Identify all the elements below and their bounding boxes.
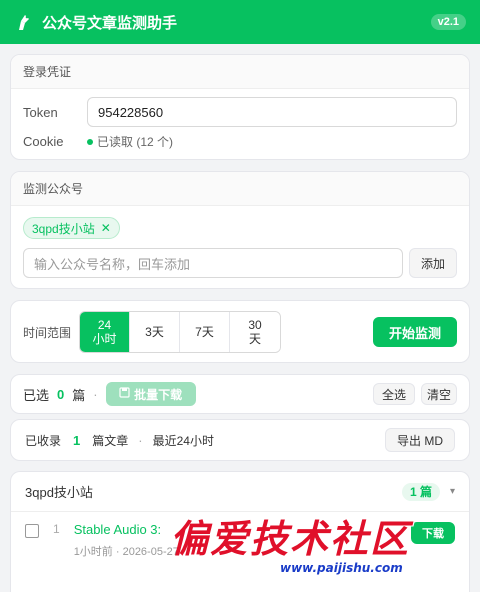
- selection-separator: ·: [93, 386, 98, 402]
- article-meta: 1小时前 · 2026-05-27: [73, 546, 179, 558]
- collected-label: 已收录: [25, 433, 62, 448]
- cookie-status: 已读取 (12 个): [97, 135, 174, 149]
- article-row[interactable]: 1 Stable Audio 3: 1小时前 · 2026-05-27 下载: [11, 512, 469, 569]
- export-md-button[interactable]: 导出 MD: [385, 428, 455, 452]
- app-header: 公众号文章监测助手 v2.1: [0, 0, 480, 44]
- clear-selection-button[interactable]: 清空: [421, 383, 457, 405]
- article-checkbox[interactable]: [25, 524, 39, 538]
- time-option-24h-label: 24 小时: [92, 318, 117, 346]
- chevron-down-icon[interactable]: ▾: [450, 486, 455, 497]
- batch-download-label: 批量下载: [134, 387, 183, 402]
- article-download-button[interactable]: 下载: [411, 522, 455, 544]
- cookie-status-dot-icon: [87, 138, 93, 145]
- account-tag-label: 3qpd技小站: [32, 221, 95, 236]
- accounts-section-title: 监测公众号: [11, 172, 469, 206]
- article-title[interactable]: Stable Audio 3:: [74, 522, 411, 537]
- time-option-30d[interactable]: 30 天: [230, 312, 280, 352]
- account-name-input[interactable]: 输入公众号名称，回车添加: [23, 248, 403, 278]
- group-card: 3qpd技小站 1 篇 ▾ 1 Stable Audio 3: 1小时前 · 2…: [10, 471, 470, 592]
- selection-card: 已选 0 篇 · 批量下载 全选 清空: [10, 374, 470, 414]
- article-index: 1: [53, 522, 60, 536]
- time-range-label: 时间范围: [23, 325, 72, 340]
- summary-range: 最近24小时: [152, 433, 214, 448]
- app-logo-icon: [14, 12, 34, 32]
- account-input-placeholder: 输入公众号名称，回车添加: [34, 256, 191, 272]
- time-option-24h[interactable]: 24 小时: [80, 312, 130, 352]
- time-option-7d[interactable]: 7天: [180, 312, 230, 352]
- selected-unit: 篇: [72, 387, 86, 403]
- time-range-selector: 24 小时 3天 7天 30 天: [79, 311, 281, 353]
- token-value: 954228560: [98, 104, 164, 120]
- summary-separator: ·: [138, 432, 143, 448]
- batch-download-icon: [119, 387, 130, 401]
- cookie-label: Cookie: [23, 134, 64, 149]
- start-monitor-button[interactable]: 开始监测: [373, 317, 457, 347]
- credentials-card: 登录凭证 Token 954228560 Cookie 已读取 (12 个): [10, 54, 470, 160]
- selected-count: 0: [57, 386, 65, 402]
- batch-download-button[interactable]: 批量下载: [105, 382, 196, 406]
- accounts-card: 监测公众号 3qpd技小站 ✕ 输入公众号名称，回车添加 添加: [10, 171, 470, 289]
- app-title: 公众号文章监测助手: [42, 14, 178, 32]
- selected-label: 已选: [23, 387, 50, 403]
- group-name: 3qpd技小站: [25, 485, 93, 500]
- group-count-badge: 1 篇: [401, 482, 440, 501]
- credentials-section-title: 登录凭证: [11, 55, 469, 89]
- summary-card: 已收录 1 篇文章 · 最近24小时 导出 MD: [10, 419, 470, 461]
- group-header[interactable]: 3qpd技小站 1 篇 ▾: [11, 472, 469, 512]
- remove-tag-icon[interactable]: ✕: [101, 221, 111, 235]
- add-account-button[interactable]: 添加: [409, 248, 457, 278]
- collected-count: 1: [73, 432, 81, 448]
- collected-unit: 篇文章: [92, 433, 129, 448]
- select-all-button[interactable]: 全选: [373, 383, 415, 405]
- token-input[interactable]: 954228560: [87, 97, 457, 127]
- time-option-30d-label: 30 天: [248, 318, 262, 346]
- token-label: Token: [23, 104, 58, 120]
- time-range-card: 时间范围 24 小时 3天 7天 30 天 开始监测: [10, 300, 470, 363]
- account-tag: 3qpd技小站 ✕: [23, 217, 120, 239]
- version-badge: v2.1: [430, 14, 466, 30]
- time-option-3d[interactable]: 3天: [130, 312, 180, 352]
